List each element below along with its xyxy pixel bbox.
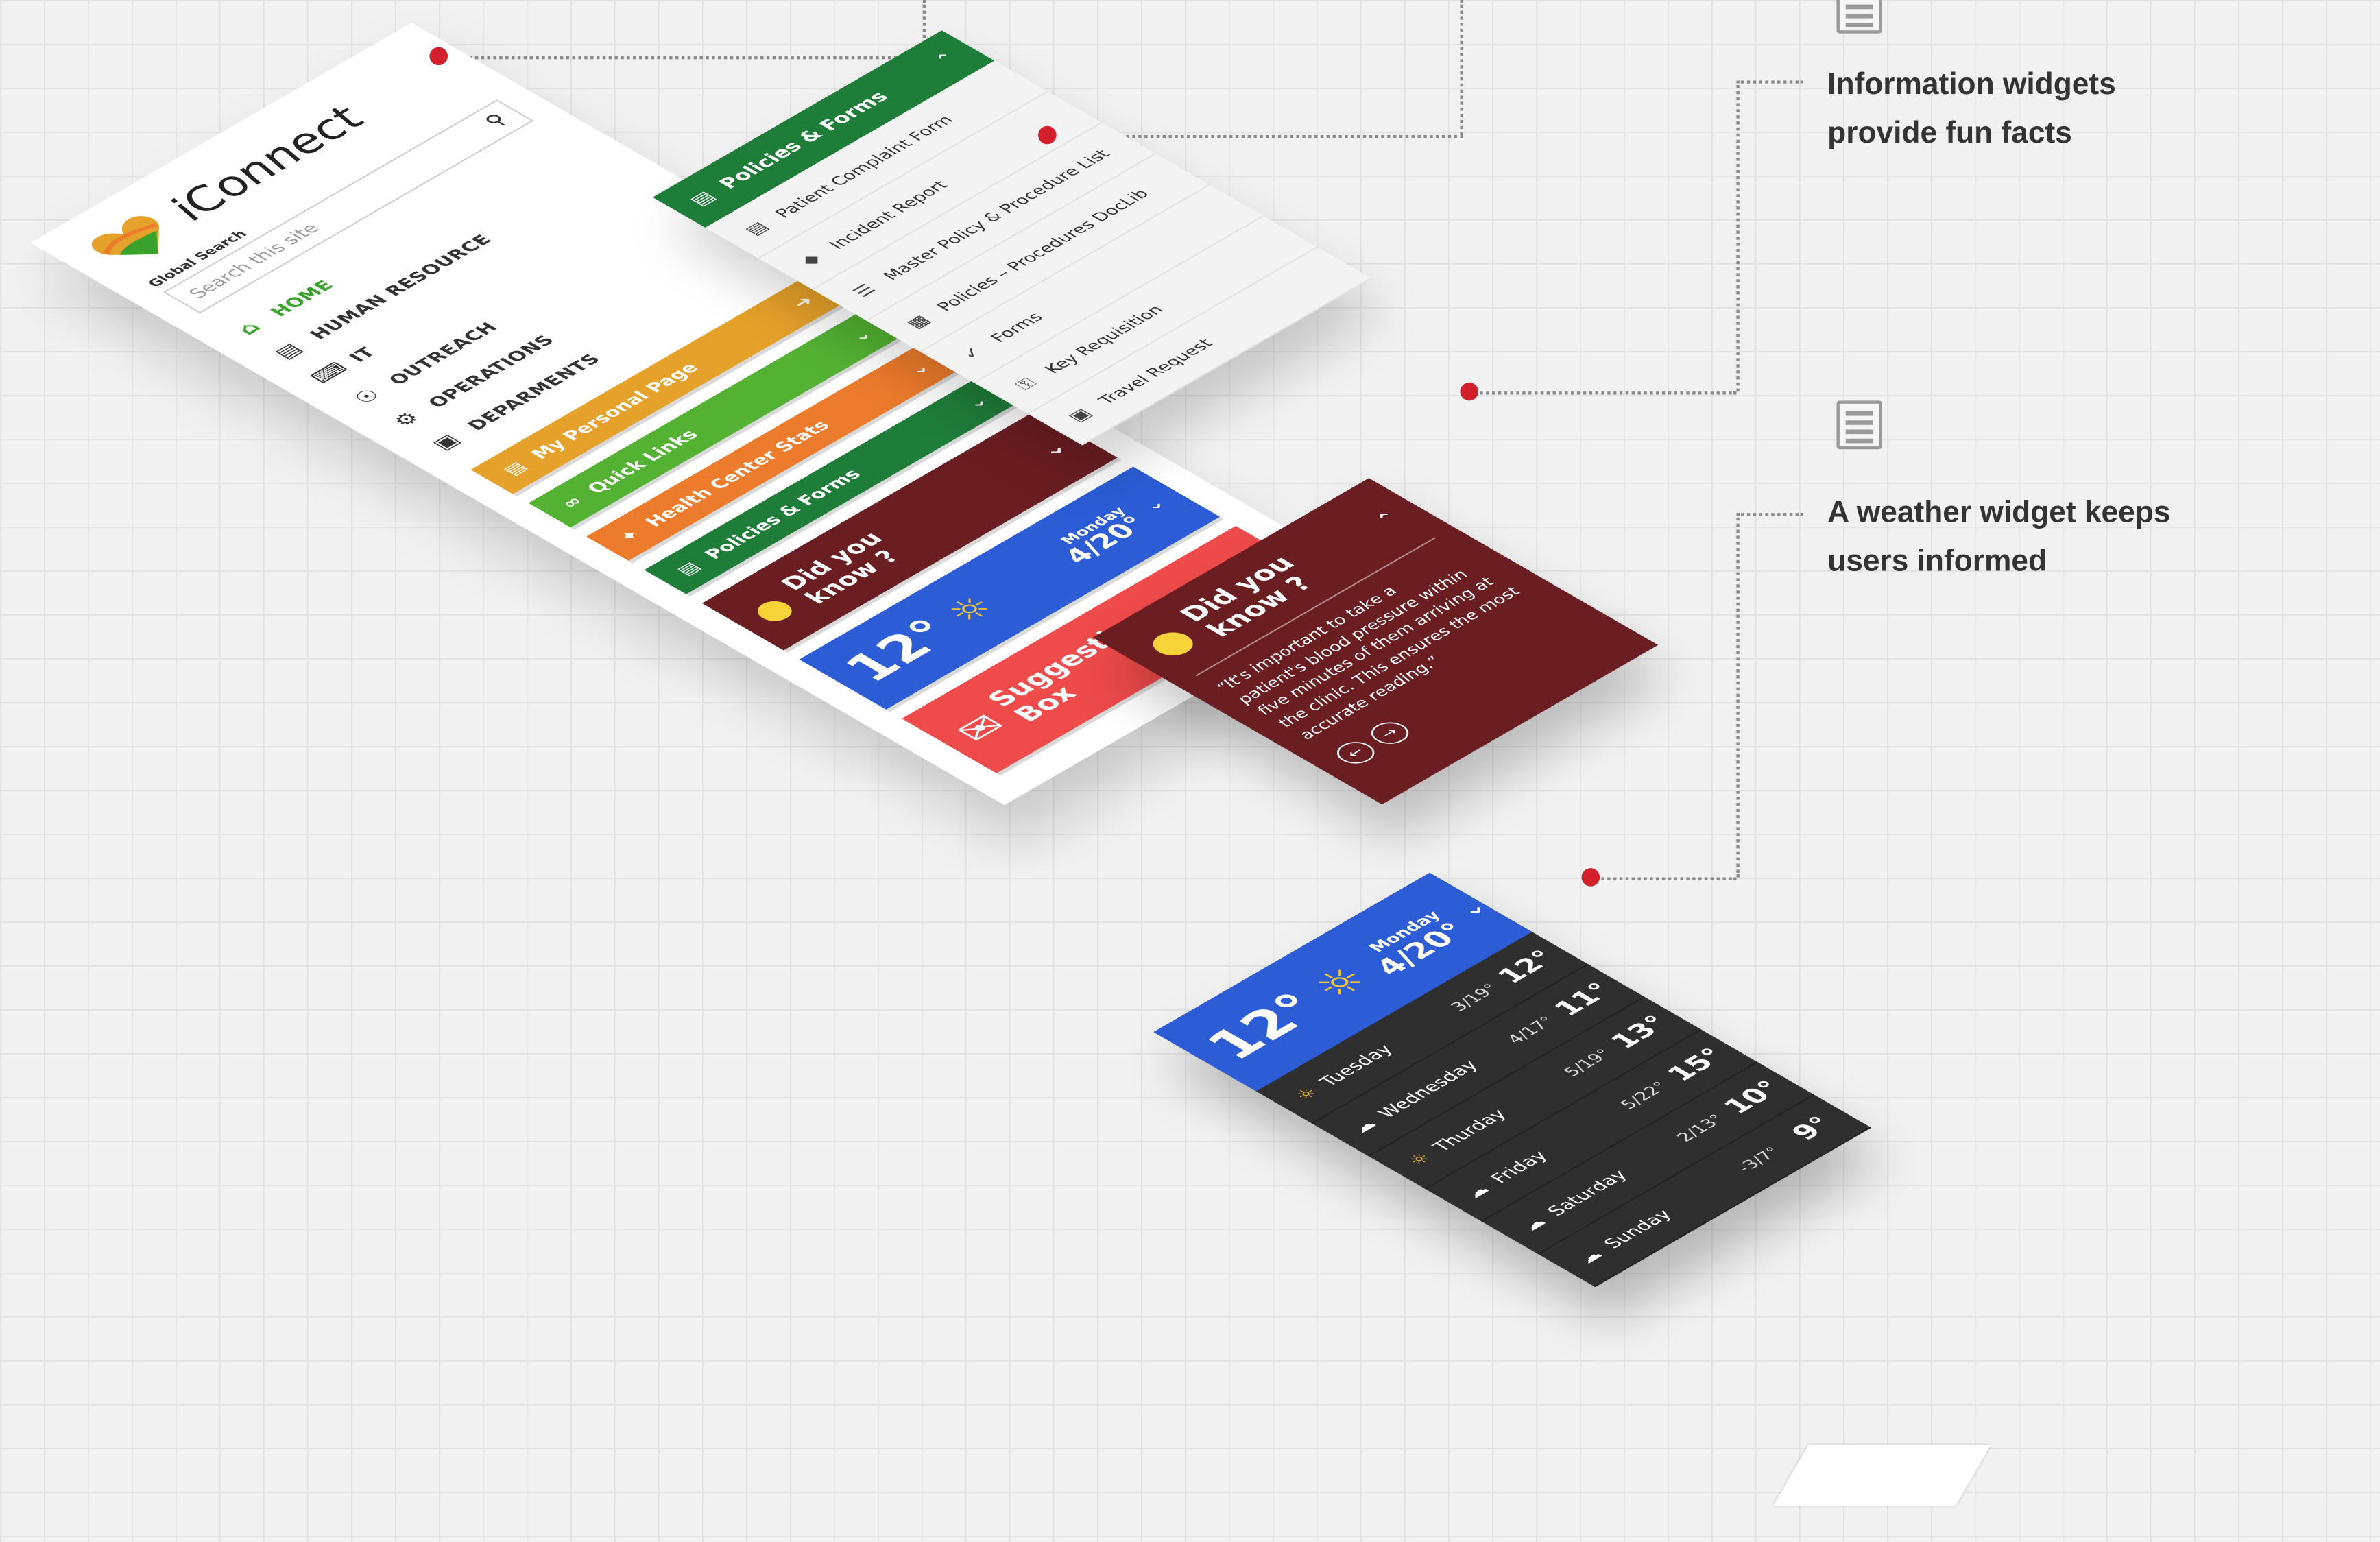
key-icon: ⚿: [1010, 374, 1041, 393]
callout-line: [440, 56, 926, 60]
briefcase-icon: ▣: [427, 431, 467, 454]
eraser-icon: ◆: [795, 250, 826, 269]
callout-line: [1590, 877, 1737, 880]
sun-icon: ☼: [1290, 1084, 1323, 1104]
callout-dot: [1581, 868, 1600, 887]
callout-line: [1460, 0, 1463, 136]
rain-cloud-icon: ☁: [1347, 1116, 1381, 1136]
chevron-up-icon[interactable]: ⌃: [1371, 509, 1404, 527]
policies-forms-menu: ▤ Policies & Forms ⌃ ▤ Patient Complaint …: [652, 30, 1372, 446]
link-icon: ∞: [556, 493, 588, 511]
heart-logo-icon: [77, 208, 191, 273]
chevron-down-icon[interactable]: ⌄: [1450, 895, 1493, 920]
sign-icon: ✓: [956, 344, 988, 362]
info-widgets-note: Information widgets provide fun facts: [1827, 68, 2116, 151]
current-temp: 12°: [1193, 985, 1337, 1068]
callout-dot: [1460, 382, 1479, 401]
callout-dot: [429, 47, 448, 66]
chevron-down-icon[interactable]: ⌄: [1138, 496, 1170, 514]
chevron-up-icon[interactable]: ⌃: [930, 49, 961, 68]
callout-line: [1736, 80, 1740, 392]
callout-line: [1736, 513, 1740, 878]
pin-icon: ✦: [614, 527, 646, 545]
partly-cloudy-icon: ☁: [1516, 1214, 1551, 1234]
previous-arrow-icon[interactable]: ←: [1330, 738, 1383, 769]
luggage-icon: ▣: [1063, 405, 1097, 425]
weather-widget-note: A weather widget keeps users informed: [1827, 496, 2171, 579]
broadcast-icon: ☉: [349, 385, 387, 408]
snow-cloud-icon: ☁: [1572, 1246, 1607, 1267]
clipboard-icon: ▤: [498, 459, 532, 479]
presentation-scene: Information widgets provide fun facts A …: [0, 0, 2380, 1506]
keyboard-icon: ⌨: [306, 359, 354, 387]
next-arrow-icon[interactable]: →: [1364, 718, 1417, 749]
gear-icon: ⚙: [388, 409, 427, 431]
search-icon[interactable]: ⚲: [479, 111, 514, 131]
form-icon: ▤: [684, 188, 721, 209]
partial-card: [1773, 1445, 1991, 1506]
partly-sunny-icon: ☼: [1300, 959, 1382, 1007]
rain-cloud-icon: ☁: [1459, 1181, 1494, 1202]
list-icon: ☰: [848, 281, 881, 300]
document-icon: [1836, 0, 1882, 34]
callout-dot: [1038, 125, 1057, 145]
callout-line: [1736, 80, 1803, 84]
book-icon: ▦: [901, 312, 935, 332]
callout-line: [1469, 391, 1737, 395]
lightbulb-icon: ●: [1133, 621, 1209, 664]
home-icon: ⌂: [232, 318, 267, 339]
newspaper-icon: ▤: [269, 340, 309, 363]
clipboard-icon: ▤: [739, 219, 773, 239]
sun-icon: ☼: [1403, 1150, 1437, 1169]
document-icon: [1836, 400, 1882, 450]
callout-line: [1736, 513, 1803, 516]
envelope-icon: ✉: [943, 706, 1018, 749]
chevron-down-icon[interactable]: ⌄: [1031, 436, 1073, 461]
